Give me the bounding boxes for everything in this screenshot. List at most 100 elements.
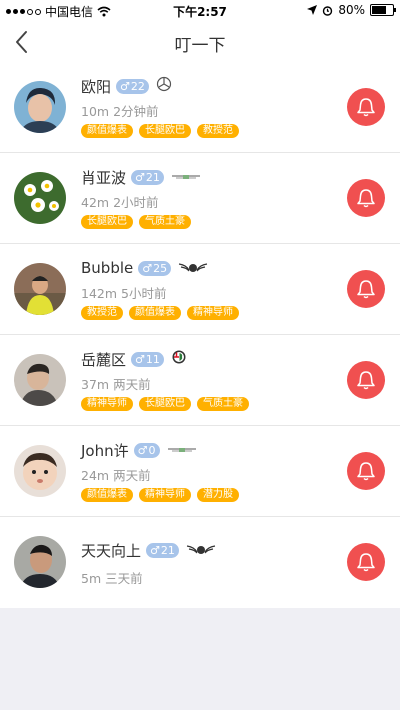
tag-list: 颜值爆表 长腿欧巴 教授范 bbox=[81, 124, 239, 138]
distance-time: 142m 5小时前 bbox=[81, 283, 166, 302]
gender-age-badge: ♂ 11 bbox=[131, 351, 164, 367]
tag-badge: 长腿欧巴 bbox=[139, 124, 191, 138]
user-name: 天天向上 bbox=[81, 541, 142, 560]
tag-badge: 教授范 bbox=[197, 124, 239, 138]
name-line: Bubble ♂ 25 bbox=[81, 257, 208, 279]
age-label: 25 bbox=[153, 261, 168, 275]
male-icon: ♂ bbox=[137, 443, 148, 457]
user-name: John许 bbox=[81, 441, 129, 460]
page-title: 叮一下 bbox=[174, 36, 226, 56]
time-label: 两天前 bbox=[113, 468, 151, 483]
distance-label: 5m bbox=[81, 571, 102, 586]
age-label: 0 bbox=[148, 443, 156, 457]
distance-time: 37m 两天前 bbox=[81, 374, 151, 393]
name-line: 天天向上 ♂ 21 bbox=[81, 539, 216, 561]
time-label: 两天前 bbox=[113, 377, 151, 392]
user-row[interactable]: Bubble ♂ 25 142m 5小时前 教授范 颜值爆表 精神导师 bbox=[0, 244, 400, 335]
ding-button[interactable] bbox=[347, 361, 385, 399]
alarm-icon bbox=[323, 5, 333, 16]
tag-list: 长腿欧巴 气质土豪 bbox=[81, 215, 191, 229]
tag-badge: 颜值爆表 bbox=[81, 124, 133, 138]
ding-button[interactable] bbox=[347, 543, 385, 581]
bell-icon bbox=[357, 462, 375, 481]
mercedes-logo-icon bbox=[156, 76, 172, 96]
distance-time: 42m 2小时前 bbox=[81, 192, 159, 211]
distance-label: 37m bbox=[81, 377, 110, 392]
location-arrow-icon bbox=[307, 5, 318, 15]
bell-icon bbox=[357, 189, 375, 208]
avatar[interactable] bbox=[14, 263, 66, 315]
time-label: 2分钟前 bbox=[113, 104, 159, 119]
gender-age-badge: ♂ 22 bbox=[116, 78, 149, 94]
winged-logo-icon bbox=[167, 441, 197, 460]
tag-badge: 长腿欧巴 bbox=[139, 397, 191, 411]
user-row[interactable]: 岳麓区 ♂ 11 37m 两天前 精神导师 长腿欧巴 气质土豪 bbox=[0, 335, 400, 426]
male-icon: ♂ bbox=[135, 352, 145, 366]
tag-badge: 精神导师 bbox=[139, 488, 191, 502]
tag-list: 精神导师 长腿欧巴 气质土豪 bbox=[81, 397, 249, 411]
distance-time: 5m 三天前 bbox=[81, 568, 143, 587]
bell-icon bbox=[357, 371, 375, 390]
age-label: 11 bbox=[145, 352, 160, 366]
tag-badge: 教授范 bbox=[81, 306, 123, 320]
male-icon: ♂ bbox=[120, 79, 130, 93]
distance-label: 24m bbox=[81, 468, 110, 483]
user-name: 岳麓区 bbox=[81, 350, 127, 369]
distance-time: 10m 2分钟前 bbox=[81, 101, 159, 120]
user-name: 肖亚波 bbox=[81, 168, 127, 187]
time-label: 三天前 bbox=[105, 571, 143, 586]
ding-button[interactable] bbox=[347, 270, 385, 308]
name-line: 岳麓区 ♂ 11 bbox=[81, 348, 187, 370]
status-bar: 中国电信 下午2:57 80% bbox=[0, 0, 400, 20]
avatar[interactable] bbox=[14, 172, 66, 224]
male-icon: ♂ bbox=[150, 543, 160, 557]
distance-label: 142m bbox=[81, 286, 118, 301]
gender-age-badge: ♂ 25 bbox=[138, 260, 172, 276]
distance-time: 24m 两天前 bbox=[81, 465, 151, 484]
tag-badge: 颜值爆表 bbox=[129, 306, 181, 320]
user-row[interactable]: 欧阳 ♂ 22 10m 2分钟前 颜值爆表 长腿欧巴 教授范 bbox=[0, 62, 400, 153]
tag-badge: 气质土豪 bbox=[139, 215, 191, 229]
gender-age-badge: ♂ 21 bbox=[131, 169, 164, 185]
alfa-romeo-logo-icon bbox=[171, 349, 187, 369]
avatar[interactable] bbox=[14, 536, 66, 588]
ding-button[interactable] bbox=[347, 88, 385, 126]
name-line: John许 ♂ 0 bbox=[81, 439, 197, 461]
user-list: 欧阳 ♂ 22 10m 2分钟前 颜值爆表 长腿欧巴 教授范 肖亚波 ♂ 21 42m … bbox=[0, 62, 400, 608]
user-row[interactable]: John许 ♂ 0 24m 两天前 颜值爆表 精神导师 潜力股 bbox=[0, 426, 400, 517]
tag-badge: 精神导师 bbox=[187, 306, 239, 320]
avatar[interactable] bbox=[14, 445, 66, 497]
gender-age-badge: ♂ 21 bbox=[146, 542, 179, 558]
winged-logo-icon bbox=[171, 168, 201, 187]
tag-list: 颜值爆表 精神导师 潜力股 bbox=[81, 488, 239, 502]
ding-button[interactable] bbox=[347, 452, 385, 490]
battery-icon bbox=[370, 4, 396, 16]
avatar[interactable] bbox=[14, 81, 66, 133]
tag-badge: 颜值爆表 bbox=[81, 488, 133, 502]
ding-button[interactable] bbox=[347, 179, 385, 217]
tag-badge: 长腿欧巴 bbox=[81, 215, 133, 229]
time-label: 5小时前 bbox=[121, 286, 167, 301]
tag-badge: 精神导师 bbox=[81, 397, 133, 411]
tag-badge: 潜力股 bbox=[197, 488, 239, 502]
user-name: Bubble bbox=[81, 259, 134, 277]
age-label: 21 bbox=[160, 543, 175, 557]
user-row[interactable]: 天天向上 ♂ 21 5m 三天前 bbox=[0, 517, 400, 608]
tag-badge: 气质土豪 bbox=[197, 397, 249, 411]
bentley-logo-icon bbox=[186, 541, 216, 560]
tag-list: 教授范 颜值爆表 精神导师 bbox=[81, 306, 239, 320]
bell-icon bbox=[357, 553, 375, 572]
age-label: 22 bbox=[130, 79, 145, 93]
status-right: 80% bbox=[307, 3, 396, 17]
battery-percent: 80% bbox=[338, 3, 365, 17]
gender-age-badge: ♂ 0 bbox=[133, 442, 160, 458]
user-row[interactable]: 肖亚波 ♂ 21 42m 2小时前 长腿欧巴 气质土豪 bbox=[0, 153, 400, 244]
male-icon: ♂ bbox=[142, 261, 153, 275]
bentley-logo-icon bbox=[178, 259, 208, 278]
male-icon: ♂ bbox=[135, 170, 145, 184]
bell-icon bbox=[357, 280, 375, 299]
name-line: 肖亚波 ♂ 21 bbox=[81, 166, 201, 188]
time-label: 2小时前 bbox=[113, 195, 159, 210]
avatar[interactable] bbox=[14, 354, 66, 406]
name-line: 欧阳 ♂ 22 bbox=[81, 75, 172, 97]
